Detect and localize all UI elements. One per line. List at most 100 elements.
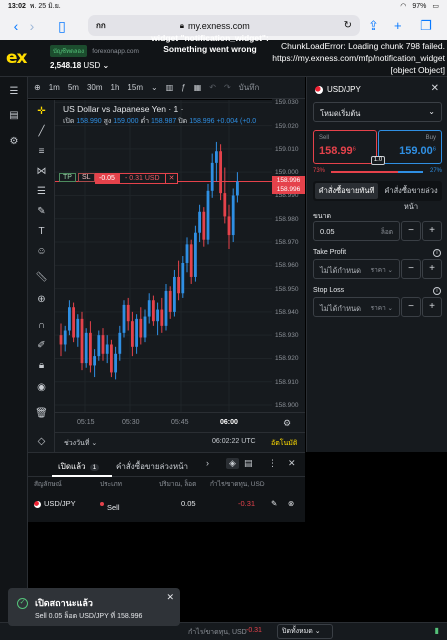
buy-button[interactable]: Buy 159.006 [378,130,442,164]
ruler-icon[interactable]: 📏︎ [34,270,49,285]
sell-button[interactable]: Sell 158.996 [313,130,377,164]
info-icon[interactable]: i [433,249,441,257]
zoom-icon[interactable]: ⊕ [34,292,49,307]
stop-loss-input[interactable]: ไม่ได้กำหนด ราคา ⌄ [313,297,400,317]
visibility-icon[interactable]: ◉ [34,380,49,395]
position-line-label[interactable]: -0.05 - 0.31 USD ✕ [95,173,179,184]
reload-icon[interactable]: ↻ [344,20,352,31]
tab-pending-order[interactable]: คำสั่งซื้อขายล่วงหน้า [380,183,442,211]
time-axis[interactable]: ⚙ 05:15 05:30 05:45 06:00 [55,412,305,432]
tab-open-positions[interactable]: เปิดแล้ว 1 [58,460,100,473]
more-icon[interactable]: ⋮ [268,458,277,469]
emoji-icon[interactable]: ☺ [34,244,49,259]
pattern-icon[interactable]: ⋈ [34,164,49,179]
save-label[interactable]: บันทึก [239,81,260,94]
candle-body [210,162,214,191]
time-tick-label: 05:30 [122,419,140,426]
candle-body [164,290,168,326]
candle-body [223,193,227,217]
volume-decrease-button[interactable]: − [401,221,421,241]
chart-footer: ช่วงวันที่ ⌄ 06:02:22 UTC อัตโนมัติ [55,432,305,452]
tf-5m[interactable]: 5m [68,83,79,92]
tp-decrease-button[interactable]: − [401,259,421,279]
add-symbol-icon[interactable]: ⊕ [34,83,41,92]
settings-icon[interactable]: ⚙ [7,135,21,149]
sl-drag-button[interactable]: SL [77,173,95,182]
layers-icon[interactable]: ◈ [226,458,239,469]
tabs-sidebar-icon[interactable]: ▯ [54,18,70,35]
hide-toolbar-icon[interactable]: ◇ [34,434,49,449]
time-tick-label: 05:15 [77,419,95,426]
volume-increase-button[interactable]: + [422,221,442,241]
candle-body [168,290,172,312]
order-panel: USD/JPY ✕ โหมดเริ่มต้น ⌄ Sell 158.996 Bu… [306,77,447,452]
forward-icon[interactable]: › [24,18,40,34]
order-mode-select[interactable]: โหมดเริ่มต้น ⌄ [313,102,442,122]
trend-line-icon[interactable]: ╱ [34,124,49,139]
menu-icon[interactable]: ☰ [7,85,21,99]
date-range-button[interactable]: ช่วงวันที่ ⌄ [64,438,97,449]
lock-drawings-icon[interactable]: 🔒︎ [34,358,49,373]
battery-icon: ▭ [432,3,439,10]
chart-settings-icon[interactable]: ⚙ [283,418,291,429]
sl-decrease-button[interactable]: − [401,297,421,317]
channel-icon[interactable]: ≡ [34,144,49,159]
price-tick-label: 158.940 [275,308,299,316]
pencil-lock-icon[interactable]: ✐ [34,338,49,353]
crosshair-icon[interactable]: ✛ [34,104,49,119]
close-position-icon[interactable]: ✕ [165,173,179,184]
exness-logo[interactable]: ex [6,48,32,68]
candle-body [231,195,235,236]
tp-drag-button[interactable]: TP [59,173,76,182]
volume-input[interactable]: 0.05 ล็อต [313,221,400,241]
signal-icon: ▮ [434,626,439,635]
price-axis[interactable]: 159.030 159.020 159.010 159.000 158.990 158.9… [272,99,305,412]
position-volume-cell: 0.05 [181,499,196,508]
chevron-right-icon[interactable]: › [206,458,209,468]
fib-icon[interactable]: ☰ [34,184,49,199]
tab-pending-orders[interactable]: คำสั่งซื้อขายล่วงหน้า [116,460,188,473]
tf-1m[interactable]: 1m [49,83,60,92]
indicators-icon[interactable]: ƒ [181,83,185,92]
table-row[interactable]: USD/JPY Sell 0.05 -0.31 ✎ ⊗ [28,495,305,513]
tf-1h[interactable]: 1h [111,83,120,92]
price-chart[interactable]: US Dollar vs Japanese Yen · 1 · เปิด 158… [55,100,305,412]
price-tick-label: 159.020 [275,122,299,130]
trash-icon[interactable]: 🗑︎ [34,406,49,421]
price-tick-label: 158.900 [275,402,299,409]
redo-icon[interactable]: ↷ [224,83,231,92]
candle-body [118,332,122,354]
share-icon[interactable]: ⇪ [368,18,379,34]
info-icon[interactable]: i [433,287,441,295]
calendar-icon[interactable]: ▤ [7,109,21,123]
list-icon[interactable]: ▤ [244,458,253,469]
undo-icon[interactable]: ↶ [209,83,216,92]
reader-button[interactable]: กก [96,19,106,32]
edit-icon[interactable]: ✎ [271,499,277,508]
take-profit-input[interactable]: ไม่ได้กำหนด ราคา ⌄ [313,259,400,279]
close-all-button[interactable]: ปิดทั้งหมด ⌄ [277,624,333,639]
tf-15m[interactable]: 15m [127,83,143,92]
back-icon[interactable]: ‹ [8,18,24,34]
price-tick-label: 159.010 [275,145,299,153]
account-selector[interactable]: บัญชีทดลอง forexonapp.com 2,548.18 USD ⌄ [50,45,139,70]
close-icon[interactable]: ✕ [431,83,439,94]
magnet-icon[interactable]: ∩ [34,318,49,333]
tp-increase-button[interactable]: + [422,259,442,279]
tabs-icon[interactable]: ❐ [420,18,432,34]
account-site: forexonapp.com [92,48,139,55]
text-icon[interactable]: T [34,224,49,239]
layout-icon[interactable]: ▦ [194,83,202,92]
auto-scale-button[interactable]: อัตโนมัติ [271,438,297,449]
new-tab-icon[interactable]: + [394,18,402,33]
sl-increase-button[interactable]: + [422,297,442,317]
chevron-down-icon: ⌄ [102,61,110,70]
close-position-icon[interactable]: ⊗ [288,499,294,508]
tf-30m[interactable]: 30m [87,83,103,92]
tab-market-order[interactable]: คำสั่งซื้อขายทันที [315,183,378,199]
chevron-down-icon[interactable]: ⌄ [151,83,158,92]
close-toast-icon[interactable]: ✕ [166,592,174,603]
close-panel-icon[interactable]: ✕ [288,458,296,469]
candles-type-icon[interactable]: ▥ [166,83,174,92]
brush-icon[interactable]: ✎ [34,204,49,219]
